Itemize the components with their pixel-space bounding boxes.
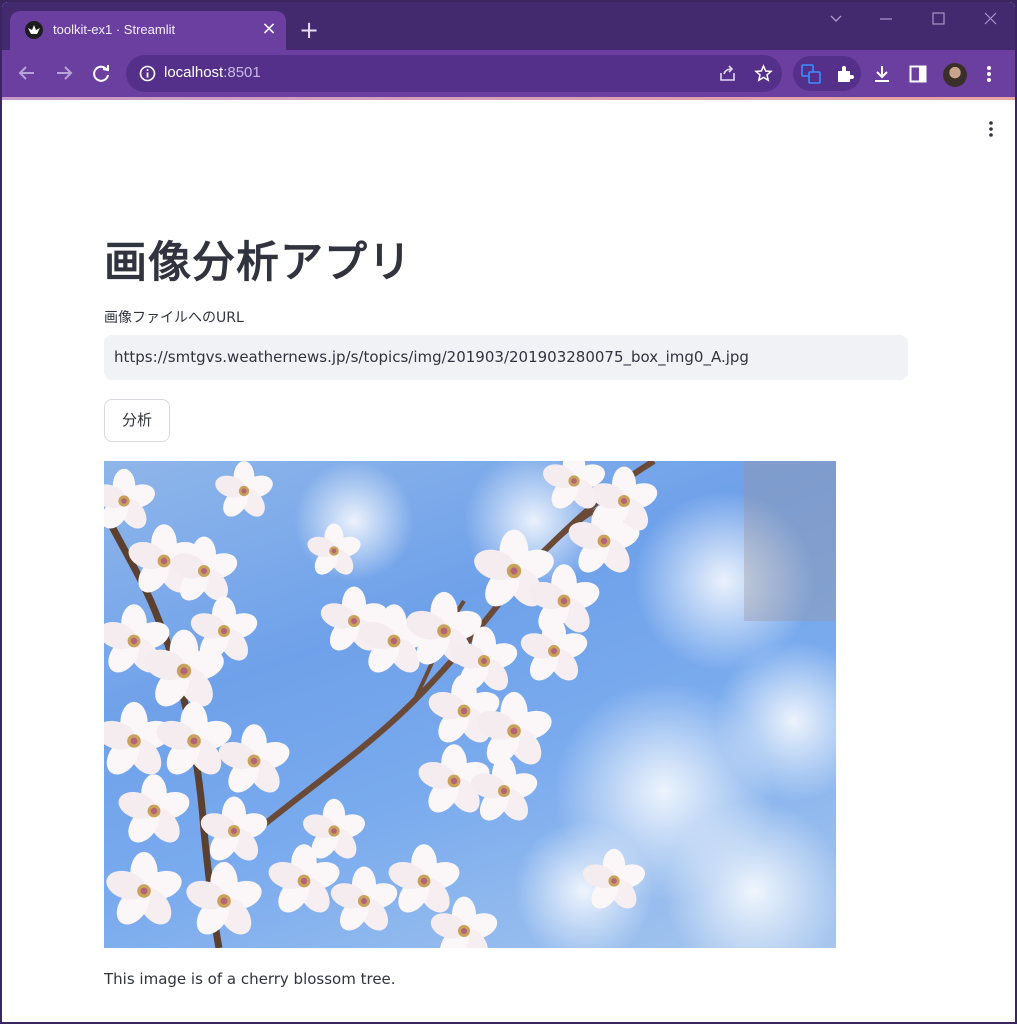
- url-host: localhost: [164, 64, 224, 81]
- extensions-icon[interactable]: [835, 64, 855, 84]
- maximize-icon[interactable]: [926, 10, 950, 28]
- profile-avatar[interactable]: [943, 63, 967, 87]
- star-icon[interactable]: [754, 64, 773, 83]
- image-url-input[interactable]: https://smtgvs.weathernews.jp/s/topics/i…: [104, 335, 908, 380]
- url-text: localhost:8501: [164, 64, 261, 81]
- close-window-icon[interactable]: [979, 10, 1003, 28]
- reload-icon[interactable]: [90, 62, 112, 84]
- download-icon[interactable]: [872, 64, 892, 84]
- extensions-group: [793, 56, 861, 91]
- address-bar[interactable]: localhost:8501: [126, 55, 782, 92]
- app-menu-icon[interactable]: [984, 120, 998, 138]
- url-port: :8501: [223, 64, 261, 81]
- forward-icon[interactable]: [53, 62, 75, 84]
- browser-tab[interactable]: toolkit-ex1 · Streamlit ×: [10, 11, 286, 50]
- browser-toolbar: localhost:8501: [2, 50, 1015, 97]
- share-icon[interactable]: [718, 64, 737, 83]
- url-input-label: 画像ファイルへのURL: [104, 310, 244, 326]
- side-panel-icon[interactable]: [909, 65, 927, 83]
- info-icon[interactable]: [139, 65, 156, 82]
- analyze-button[interactable]: 分析: [104, 399, 170, 442]
- browser-window: toolkit-ex1 · Streamlit × + localhost:85…: [2, 2, 1015, 1022]
- streamlit-favicon-icon: [25, 21, 43, 39]
- tab-search-icon[interactable]: [824, 10, 848, 28]
- back-icon[interactable]: [16, 62, 38, 84]
- tab-strip: toolkit-ex1 · Streamlit × +: [2, 2, 1015, 50]
- minimize-icon[interactable]: [874, 10, 898, 28]
- streamlit-page: 画像分析アプリ 画像ファイルへのURL https://smtgvs.weath…: [2, 100, 1015, 1022]
- tab-close-icon[interactable]: ×: [259, 19, 279, 39]
- tab-title: toolkit-ex1 · Streamlit: [53, 22, 176, 37]
- new-tab-button[interactable]: +: [298, 18, 320, 42]
- page-title: 画像分析アプリ: [104, 238, 412, 288]
- cherry-blossom-image: [104, 461, 836, 948]
- browser-menu-icon[interactable]: [985, 64, 993, 84]
- analysis-result: This image is of a cherry blossom tree.: [104, 970, 396, 988]
- translate-icon[interactable]: [801, 64, 821, 84]
